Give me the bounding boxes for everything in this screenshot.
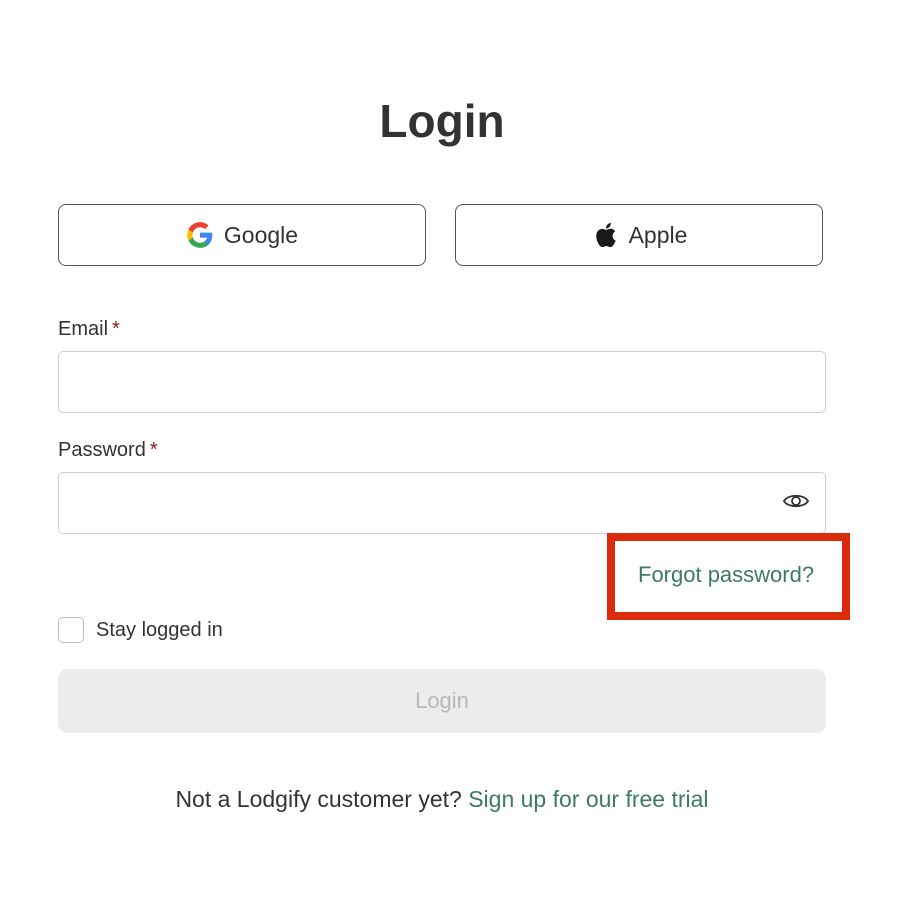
email-label-text: Email xyxy=(58,318,109,340)
password-field[interactable] xyxy=(58,472,826,534)
forgot-password-link[interactable]: Forgot password? xyxy=(638,562,814,588)
signup-prompt-text: Not a Lodgify customer yet? xyxy=(175,786,462,812)
password-label-text: Password xyxy=(58,439,146,461)
show-password-toggle[interactable] xyxy=(780,488,812,518)
apple-login-button[interactable]: Apple xyxy=(455,204,823,266)
required-marker: * xyxy=(149,439,158,461)
required-marker: * xyxy=(112,318,120,340)
login-button[interactable]: Login xyxy=(58,669,826,733)
password-label: Password * xyxy=(58,439,158,462)
signup-link[interactable]: Sign up for our free trial xyxy=(468,786,708,812)
signup-prompt: Not a Lodgify customer yet? Sign up for … xyxy=(0,786,884,813)
google-button-label: Google xyxy=(223,221,299,248)
email-field[interactable] xyxy=(58,351,826,413)
google-login-button[interactable]: Google xyxy=(58,204,426,266)
email-label: Email * xyxy=(58,318,120,341)
stay-logged-in-checkbox[interactable] xyxy=(58,617,84,643)
page-title: Login xyxy=(379,95,505,147)
stay-logged-in-label[interactable]: Stay logged in xyxy=(96,617,223,643)
eye-icon xyxy=(782,491,810,516)
apple-logo-icon xyxy=(591,221,619,249)
google-logo-icon xyxy=(186,221,214,249)
apple-button-label: Apple xyxy=(628,221,688,248)
